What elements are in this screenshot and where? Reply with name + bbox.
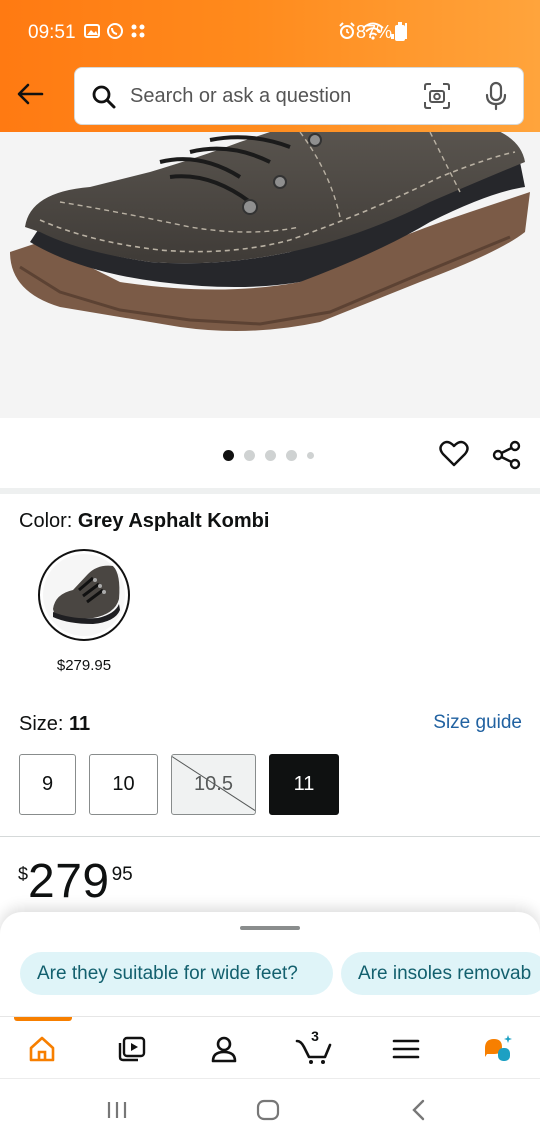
apps-dots-icon bbox=[131, 24, 145, 38]
nav-cart[interactable]: 3 bbox=[294, 1028, 334, 1067]
swatch-thumbnail bbox=[43, 554, 125, 636]
carousel-dot[interactable] bbox=[244, 450, 255, 461]
recent-apps-icon[interactable] bbox=[106, 1099, 128, 1121]
question-chip[interactable]: Are insoles removab bbox=[341, 952, 540, 995]
viber-icon bbox=[107, 23, 123, 39]
gallery-icon bbox=[84, 24, 100, 38]
microphone-icon[interactable] bbox=[483, 81, 509, 111]
size-option-10[interactable]: 10 bbox=[89, 754, 158, 815]
system-navigation-bar bbox=[0, 1078, 540, 1140]
size-option-label: 10.5 bbox=[194, 773, 233, 795]
bottom-navigation: 3 bbox=[0, 1016, 540, 1078]
gallery-controls bbox=[0, 418, 540, 488]
user-icon bbox=[211, 1036, 237, 1063]
ask-questions-sheet: Are they suitable for wide feet? Are ins… bbox=[0, 912, 540, 1022]
search-bar[interactable]: Search or ask a question bbox=[74, 67, 524, 125]
menu-icon bbox=[392, 1039, 420, 1059]
nav-account[interactable] bbox=[204, 1031, 244, 1067]
size-option-9[interactable]: 9 bbox=[19, 754, 76, 815]
carousel-dot[interactable] bbox=[223, 450, 234, 461]
home-button-icon[interactable] bbox=[256, 1099, 280, 1121]
app-header: 09:51 87% Search or ask a question bbox=[0, 0, 540, 132]
divider bbox=[0, 836, 540, 837]
home-icon bbox=[29, 1036, 55, 1062]
nav-home[interactable] bbox=[22, 1031, 62, 1067]
system-back-icon[interactable] bbox=[410, 1099, 428, 1121]
video-play-icon bbox=[118, 1036, 146, 1062]
section-divider bbox=[0, 488, 540, 494]
carousel-dot[interactable] bbox=[307, 452, 314, 459]
product-price: $ 279 95 bbox=[18, 856, 133, 908]
status-time: 09:51 bbox=[28, 22, 76, 43]
nav-rufus[interactable] bbox=[478, 1031, 518, 1067]
arrow-left-icon bbox=[17, 83, 44, 105]
carousel-dot[interactable] bbox=[265, 450, 276, 461]
alarm-icon bbox=[339, 22, 355, 39]
search-input[interactable]: Search or ask a question bbox=[130, 85, 351, 108]
swatch-price: $279.95 bbox=[56, 657, 112, 674]
color-swatch[interactable] bbox=[38, 549, 130, 641]
battery-icon bbox=[395, 22, 405, 41]
carousel-dots[interactable] bbox=[223, 450, 314, 461]
price-whole: 279 bbox=[28, 855, 110, 908]
nav-menu[interactable] bbox=[386, 1031, 426, 1067]
carousel-dot[interactable] bbox=[286, 450, 297, 461]
color-value: Grey Asphalt Kombi bbox=[77, 510, 270, 532]
question-chip[interactable]: Are they suitable for wide feet? bbox=[20, 952, 333, 995]
price-fraction: 95 bbox=[111, 864, 133, 885]
heart-icon[interactable] bbox=[439, 440, 469, 468]
cart-count: 3 bbox=[311, 1028, 319, 1044]
color-selection: Color: Grey Asphalt Kombi bbox=[19, 510, 269, 533]
size-selection: Size: 11 bbox=[19, 713, 90, 736]
back-button[interactable] bbox=[12, 76, 48, 112]
size-option-10-5-unavailable[interactable]: 10.5 bbox=[171, 754, 256, 815]
price-currency: $ bbox=[18, 864, 29, 884]
size-option-11-selected[interactable]: 11 bbox=[269, 754, 339, 815]
product-image[interactable] bbox=[0, 132, 540, 418]
sheet-drag-handle[interactable] bbox=[240, 926, 300, 930]
active-tab-indicator bbox=[14, 1017, 72, 1021]
size-value: 11 bbox=[69, 713, 91, 735]
rufus-ai-icon bbox=[485, 1035, 512, 1061]
camera-search-icon[interactable] bbox=[423, 82, 451, 110]
nav-video[interactable] bbox=[112, 1031, 152, 1067]
color-label: Color: bbox=[19, 510, 73, 532]
battery-percentage: 87% bbox=[356, 22, 393, 42]
boot-image bbox=[10, 132, 530, 331]
boot-thumbnail-image bbox=[43, 554, 125, 636]
size-guide-link[interactable]: Size guide bbox=[433, 712, 522, 734]
search-icon bbox=[92, 85, 116, 109]
share-icon[interactable] bbox=[492, 440, 522, 470]
notification-icons bbox=[84, 22, 146, 40]
size-label: Size: bbox=[19, 713, 64, 735]
status-bar: 09:51 87% bbox=[0, 0, 540, 64]
